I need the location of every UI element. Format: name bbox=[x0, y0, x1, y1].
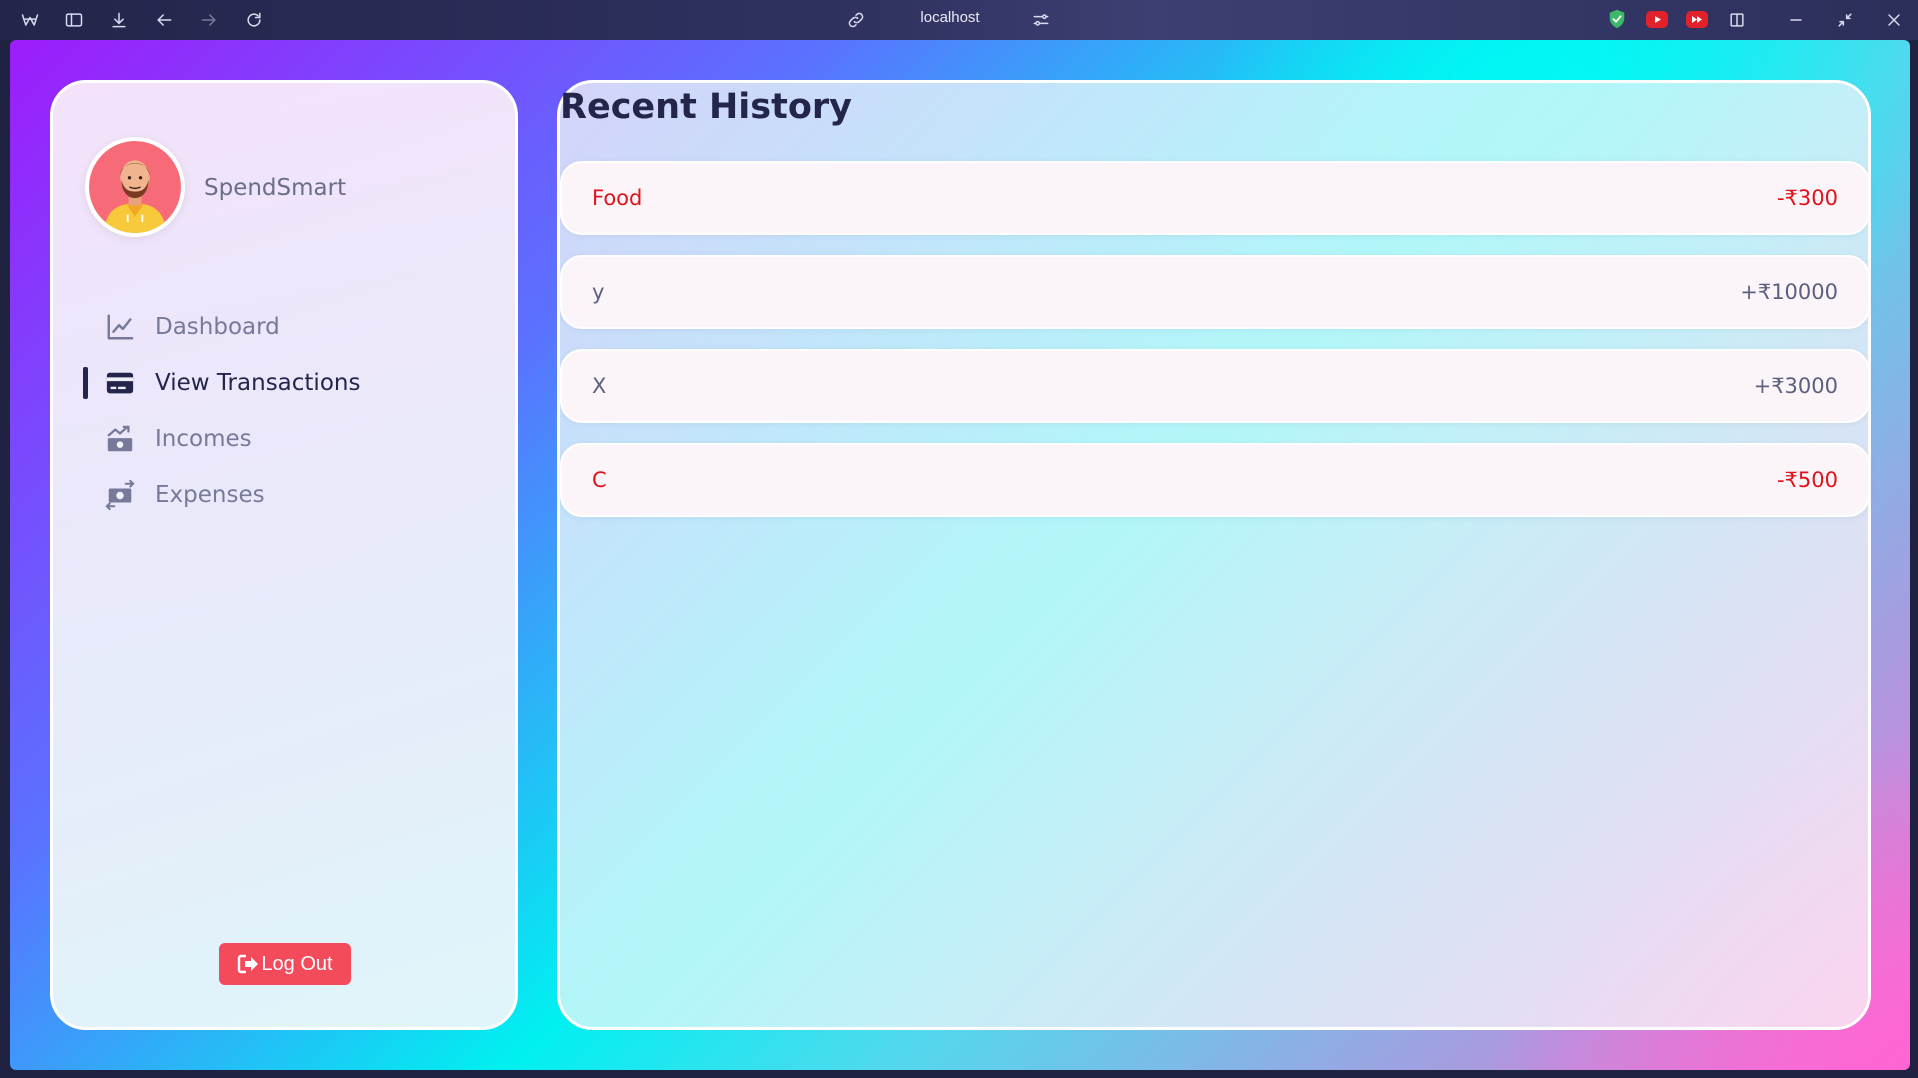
transaction-name: C bbox=[592, 468, 607, 492]
transaction-amount: +₹3000 bbox=[1753, 374, 1838, 398]
avatar bbox=[85, 137, 185, 237]
page-title: Recent History bbox=[560, 87, 852, 127]
user-avatar-illustration bbox=[89, 141, 181, 233]
sidebar-item-label: Expenses bbox=[155, 482, 265, 508]
youtube-extension-icon[interactable] bbox=[1646, 11, 1668, 28]
youtube-skip-extension-icon[interactable] bbox=[1686, 11, 1708, 28]
chart-line-icon bbox=[103, 310, 137, 344]
sidebar-item-view-transactions[interactable]: View Transactions bbox=[53, 355, 515, 411]
transaction-amount: -₹500 bbox=[1776, 468, 1838, 492]
address-bar-url[interactable]: localhost bbox=[900, 9, 1000, 26]
sidebar-item-label: Incomes bbox=[155, 426, 252, 452]
sidebar-item-dashboard[interactable]: Dashboard bbox=[53, 299, 515, 355]
minimize-icon[interactable] bbox=[1784, 8, 1808, 32]
sidebar: SpendSmart Dashboard View Transactions I… bbox=[50, 80, 518, 1030]
transaction-list: Food -₹300 y +₹10000 X +₹3000 C -₹500 bbox=[560, 161, 1870, 537]
money-bill-trend-icon bbox=[103, 422, 137, 456]
download-icon[interactable] bbox=[107, 8, 131, 32]
app-name: SpendSmart bbox=[204, 175, 347, 201]
transaction-row[interactable]: Food -₹300 bbox=[560, 161, 1870, 235]
shield-extension-icon[interactable] bbox=[1607, 9, 1627, 29]
app-viewport: SpendSmart Dashboard View Transactions I… bbox=[10, 40, 1910, 1070]
browser-logo-icon[interactable] bbox=[18, 8, 42, 32]
reload-icon[interactable] bbox=[242, 8, 266, 32]
back-arrow-icon[interactable] bbox=[152, 8, 176, 32]
restore-icon[interactable] bbox=[1833, 8, 1857, 32]
logout-button[interactable]: Log Out bbox=[219, 943, 351, 985]
sidebar-toggle-icon[interactable] bbox=[62, 8, 86, 32]
transaction-name: X bbox=[592, 374, 607, 398]
close-icon[interactable] bbox=[1882, 8, 1906, 32]
forward-arrow-icon[interactable] bbox=[197, 8, 221, 32]
transaction-name: y bbox=[592, 280, 605, 304]
sidebar-item-label: Dashboard bbox=[155, 314, 280, 340]
transaction-amount: -₹300 bbox=[1776, 186, 1838, 210]
logout-label: Log Out bbox=[261, 952, 333, 975]
split-view-icon[interactable] bbox=[1725, 8, 1749, 32]
credit-card-icon bbox=[103, 366, 137, 400]
sidebar-item-label: View Transactions bbox=[155, 370, 361, 396]
sidebar-item-expenses[interactable]: Expenses bbox=[53, 467, 515, 523]
transaction-row[interactable]: X +₹3000 bbox=[560, 349, 1870, 423]
sign-out-icon bbox=[238, 954, 259, 974]
active-indicator bbox=[83, 367, 88, 399]
money-bill-transfer-icon bbox=[103, 478, 137, 512]
sidebar-nav: Dashboard View Transactions Incomes Expe… bbox=[53, 299, 515, 523]
transaction-name: Food bbox=[592, 186, 643, 210]
transaction-amount: +₹10000 bbox=[1740, 280, 1838, 304]
browser-toolbar: localhost bbox=[0, 0, 1918, 40]
site-settings-icon[interactable] bbox=[1029, 8, 1053, 32]
transaction-row[interactable]: C -₹500 bbox=[560, 443, 1870, 517]
main-panel: Recent History Food -₹300 y +₹10000 X +₹… bbox=[557, 80, 1871, 1030]
link-icon[interactable] bbox=[844, 8, 868, 32]
sidebar-item-incomes[interactable]: Incomes bbox=[53, 411, 515, 467]
transaction-row[interactable]: y +₹10000 bbox=[560, 255, 1870, 329]
